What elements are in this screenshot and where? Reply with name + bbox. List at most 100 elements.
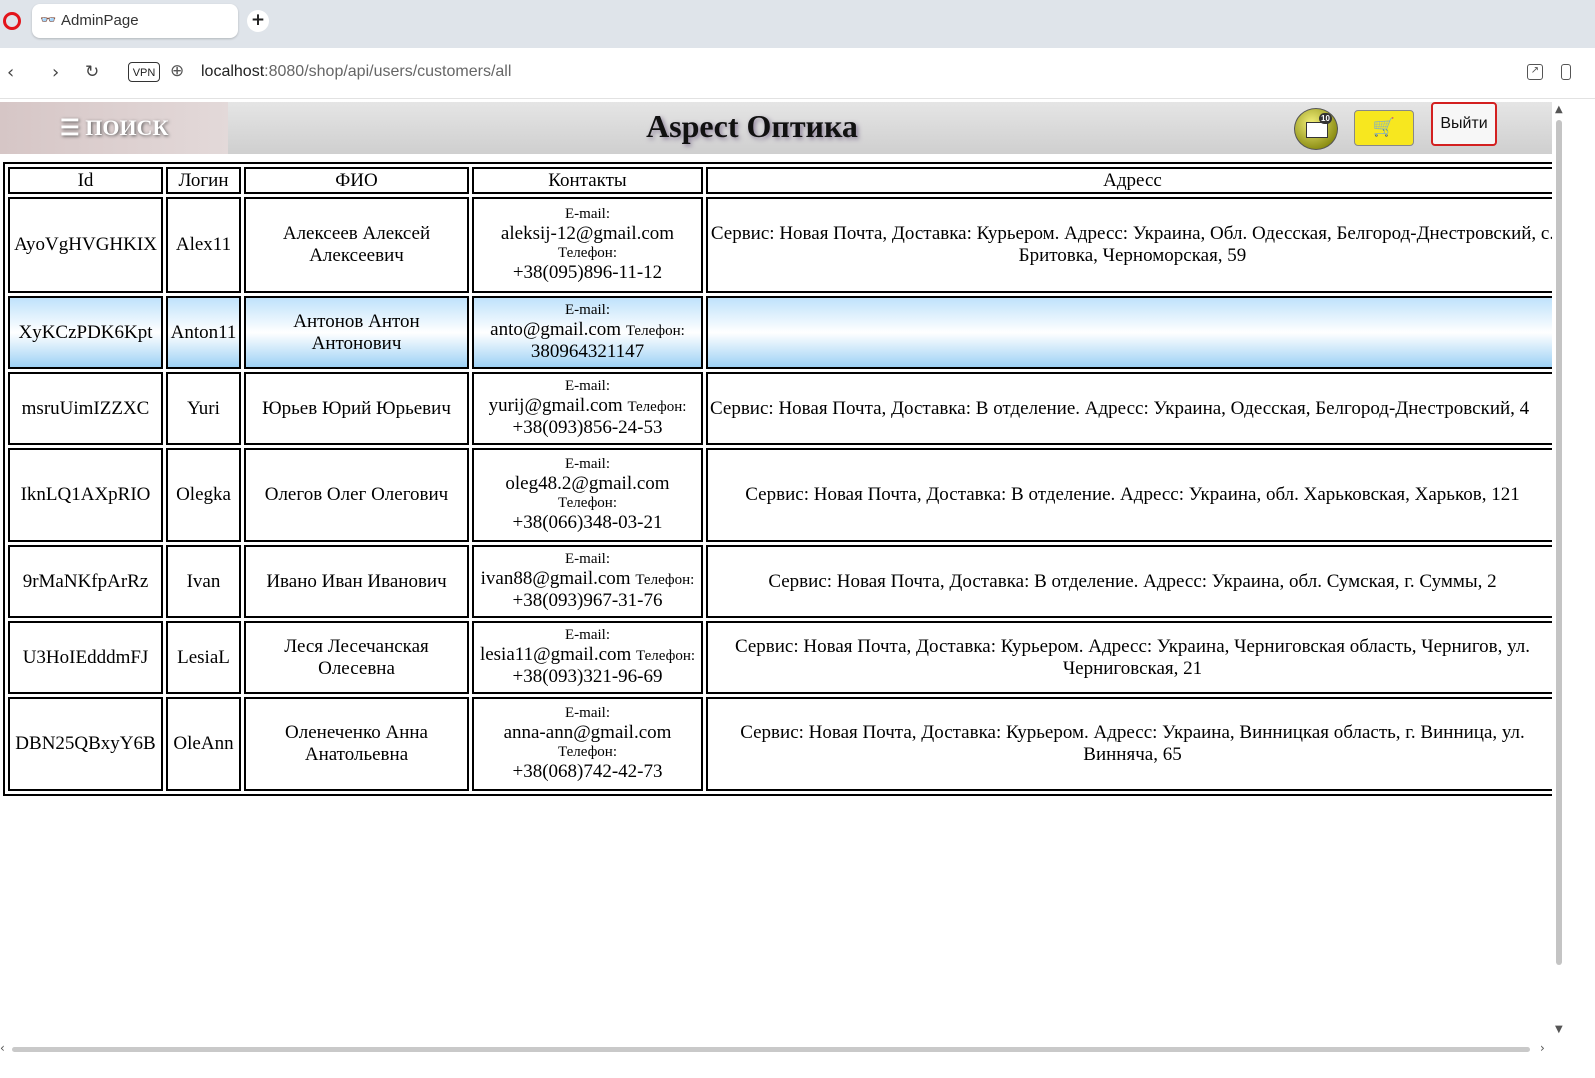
vertical-scroll-thumb[interactable] bbox=[1556, 120, 1562, 965]
phone-value: +38(066)348-03-21 bbox=[512, 512, 663, 533]
cell-id: IknLQ1AXpRIO bbox=[8, 448, 163, 542]
cell-name: Юрьев Юрий Юрьевич bbox=[244, 372, 469, 445]
cell-name: Леся Лесечанская Олесевна bbox=[244, 621, 469, 694]
phone-value: +38(093)967-31-76 bbox=[512, 590, 663, 611]
phone-label: Телефон: bbox=[627, 399, 687, 415]
phone-label: Телефон: bbox=[558, 495, 617, 511]
cell-address bbox=[706, 296, 1552, 369]
cell-address: Сервис: Новая Почта, Доставка: Курьером.… bbox=[706, 621, 1552, 694]
table-row[interactable]: msruUimIZZXC Yuri Юрьев Юрий Юрьевич E-m… bbox=[8, 372, 1552, 445]
phone-value: +38(093)856-24-53 bbox=[512, 417, 663, 438]
scroll-down-icon[interactable]: ▼ bbox=[1555, 1024, 1563, 1035]
mail-button[interactable]: 10 bbox=[1294, 108, 1338, 150]
vpn-badge[interactable]: VPN bbox=[128, 62, 160, 82]
cell-id: AyoVgHVGHKIX bbox=[8, 197, 163, 293]
table-row[interactable]: U3HoIEdddmFJ LesiaL Леся Лесечанская Оле… bbox=[8, 621, 1552, 694]
phone-label: Телефон: bbox=[625, 323, 685, 339]
cell-name: Алексеев Алексей Алексеевич bbox=[244, 197, 469, 293]
table-header-row: Id Логин ФИО Контакты Адресс bbox=[8, 167, 1552, 194]
envelope-icon bbox=[1306, 122, 1328, 138]
cell-id: 9rMaNKfpArRz bbox=[8, 545, 163, 618]
address-bar: ‹ › ↻ VPN ⊕ localhost:8080/shop/api/user… bbox=[0, 48, 1595, 99]
table-row[interactable]: 9rMaNKfpArRz Ivan Ивано Иван Иванович E-… bbox=[8, 545, 1552, 618]
vertical-scrollbar[interactable]: ▲ ▼ bbox=[1554, 104, 1564, 1044]
email-value: yurij@gmail.com bbox=[488, 395, 623, 416]
phone-value: +38(093)321-96-69 bbox=[512, 666, 663, 687]
cell-address: Сервис: Новая Почта, Доставка: В отделен… bbox=[706, 448, 1552, 542]
email-value: oleg48.2@gmail.com bbox=[505, 473, 670, 494]
cell-name: Антонов Антон Антонович bbox=[244, 296, 469, 369]
back-icon[interactable]: ‹ bbox=[7, 62, 14, 83]
email-label: E-mail: bbox=[565, 705, 610, 721]
table-row[interactable]: DBN25QBxyY6B OleAnn Оленеченко Анна Анат… bbox=[8, 697, 1552, 791]
phone-label: Телефон: bbox=[558, 245, 617, 261]
url-host: localhost bbox=[201, 63, 265, 80]
cell-contacts: E-mail: yurij@gmail.com Телефон: +38(093… bbox=[472, 372, 703, 445]
cell-id: U3HoIEdddmFJ bbox=[8, 621, 163, 694]
cell-contacts: E-mail: ivan88@gmail.com Телефон: +38(09… bbox=[472, 545, 703, 618]
snapshot-icon[interactable]: ↗ bbox=[1527, 64, 1543, 80]
phone-value: 380964321147 bbox=[530, 341, 645, 362]
cell-address: Сервис: Новая Почта, Доставка: В отделен… bbox=[706, 372, 1552, 445]
phone-label: Телефон: bbox=[635, 572, 695, 588]
cell-name: Ивано Иван Иванович bbox=[244, 545, 469, 618]
email-label: E-mail: bbox=[565, 302, 610, 318]
column-header-id: Id bbox=[8, 167, 163, 194]
cell-id: msruUimIZZXC bbox=[8, 372, 163, 445]
forward-icon[interactable]: › bbox=[52, 62, 59, 83]
browser-tab[interactable]: 👓 AdminPage bbox=[32, 4, 238, 38]
email-label: E-mail: bbox=[565, 378, 610, 394]
cart-button[interactable]: 🛒 bbox=[1354, 110, 1414, 146]
tab-title: AdminPage bbox=[61, 12, 139, 29]
scroll-right-icon[interactable]: › bbox=[1540, 1041, 1545, 1055]
cart-icon: 🛒 bbox=[1372, 117, 1396, 138]
sidebar-icon[interactable] bbox=[1561, 64, 1571, 80]
horizontal-scrollbar[interactable]: ‹ › bbox=[0, 1041, 1552, 1055]
table-row[interactable]: AyoVgHVGHKIX Alex11 Алексеев Алексей Але… bbox=[8, 197, 1552, 293]
horizontal-scroll-thumb[interactable] bbox=[12, 1047, 1530, 1052]
cell-name: Оленеченко Анна Анатольевна bbox=[244, 697, 469, 791]
customers-table-container: Id Логин ФИО Контакты Адресс AyoVgHVGHKI… bbox=[3, 162, 1552, 799]
column-header-address: Адресс bbox=[706, 167, 1552, 194]
email-value: ivan88@gmail.com bbox=[480, 568, 631, 589]
cell-contacts: E-mail: oleg48.2@gmail.com Телефон: +38(… bbox=[472, 448, 703, 542]
cell-address: Сервис: Новая Почта, Доставка: В отделен… bbox=[706, 545, 1552, 618]
cell-login: OleAnn bbox=[166, 697, 241, 791]
cell-address: Сервис: Новая Почта, Доставка: Курьером.… bbox=[706, 697, 1552, 791]
phone-value: +38(068)742-42-73 bbox=[512, 761, 663, 782]
cell-login: Alex11 bbox=[166, 197, 241, 293]
cell-login: Yuri bbox=[166, 372, 241, 445]
customers-table: Id Логин ФИО Контакты Адресс AyoVgHVGHKI… bbox=[3, 162, 1552, 796]
glasses-icon: 👓 bbox=[40, 13, 57, 28]
email-value: anto@gmail.com bbox=[490, 319, 622, 340]
site-title: Aspect Оптика bbox=[646, 108, 858, 144]
url-field[interactable]: localhost:8080/shop/api/users/customers/… bbox=[201, 63, 511, 81]
scroll-up-icon[interactable]: ▲ bbox=[1555, 104, 1563, 115]
column-header-login: Логин bbox=[166, 167, 241, 194]
phone-value: +38(095)896-11-12 bbox=[512, 262, 663, 283]
cell-contacts: E-mail: lesia11@gmail.com Телефон: +38(0… bbox=[472, 621, 703, 694]
email-value: anna-ann@gmail.com bbox=[503, 722, 672, 743]
table-row-selected[interactable]: XyKCzPDK6Kpt Anton11 Антонов Антон Антон… bbox=[8, 296, 1552, 369]
column-header-contacts: Контакты bbox=[472, 167, 703, 194]
cell-login: Olegka bbox=[166, 448, 241, 542]
cell-contacts: E-mail: anna-ann@gmail.com Телефон: +38(… bbox=[472, 697, 703, 791]
cell-name: Олегов Олег Олегович bbox=[244, 448, 469, 542]
email-label: E-mail: bbox=[565, 206, 610, 222]
table-row[interactable]: IknLQ1AXpRIO Olegka Олегов Олег Олегович… bbox=[8, 448, 1552, 542]
opera-logo-icon[interactable] bbox=[3, 12, 21, 30]
url-path: :8080/shop/api/users/customers/all bbox=[264, 63, 512, 80]
phone-label: Телефон: bbox=[558, 744, 617, 760]
new-tab-button[interactable]: + bbox=[247, 10, 269, 32]
reload-icon[interactable]: ↻ bbox=[85, 62, 99, 82]
email-value: aleksij-12@gmail.com bbox=[500, 223, 675, 244]
logout-button[interactable]: Выйти bbox=[1431, 102, 1497, 146]
scroll-left-icon[interactable]: ‹ bbox=[0, 1041, 5, 1055]
email-label: E-mail: bbox=[565, 551, 610, 567]
cell-login: Anton11 bbox=[166, 296, 241, 369]
globe-icon[interactable]: ⊕ bbox=[170, 61, 184, 81]
email-label: E-mail: bbox=[565, 456, 610, 472]
cell-login: Ivan bbox=[166, 545, 241, 618]
cell-contacts: E-mail: anto@gmail.com Телефон: 38096432… bbox=[472, 296, 703, 369]
page-header: ☰ ПОИСК Aspect Оптика 10 🛒 Выйти bbox=[0, 102, 1552, 154]
